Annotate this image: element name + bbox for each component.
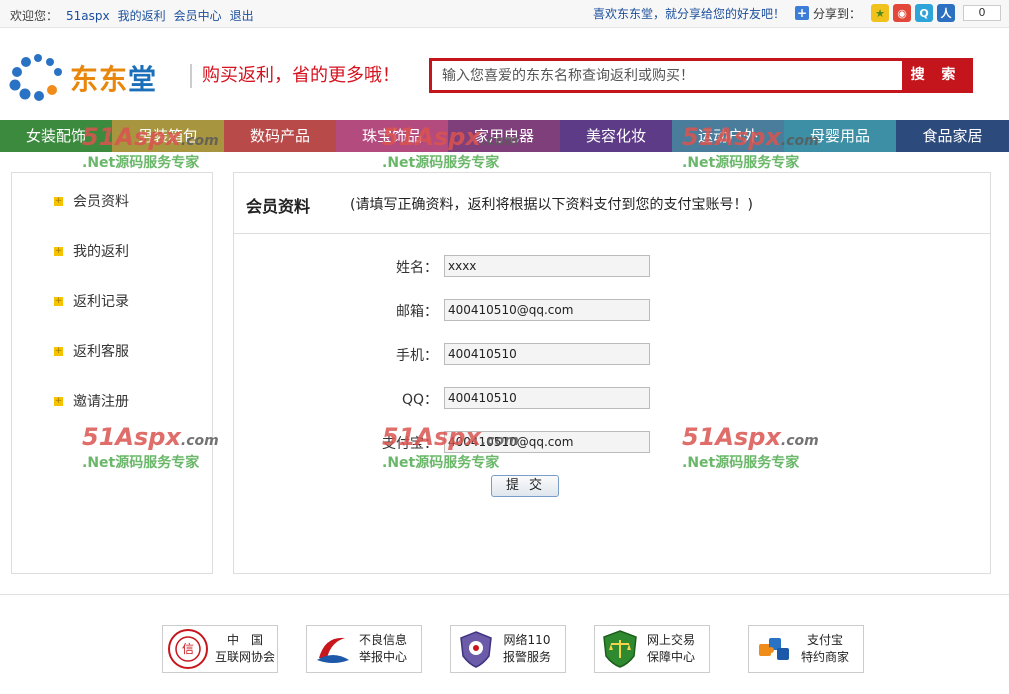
site-logo[interactable]: 东东堂 [8, 50, 188, 102]
internet-society-seal-icon: 信 [168, 629, 208, 669]
logo-dots-icon [9, 54, 62, 101]
panel-note: (请填写正确资料，返利将根据以下资料支付到您的支付宝账号！) [350, 197, 753, 213]
badge-text: 网络110 报警服务 [503, 633, 552, 664]
bullet-icon [54, 243, 63, 259]
share-count: 0 [963, 5, 1001, 21]
name-label: 姓名： [396, 260, 438, 276]
name-row: 姓名： [234, 255, 990, 279]
nav-item-appliances[interactable]: 家用电器 [448, 120, 560, 152]
alipay-row: 支付宝： [234, 431, 990, 455]
nav-item-digital[interactable]: 数码产品 [224, 120, 336, 152]
bullet-icon [54, 293, 63, 309]
svg-text:信: 信 [182, 642, 194, 656]
panel-header: 会员资料 (请填写正确资料，返利将根据以下资料支付到您的支付宝账号！) [234, 173, 990, 234]
qq-label: QQ： [401, 392, 438, 408]
sidebar-item-my-rebate[interactable]: 我的返利 [54, 241, 129, 261]
slogan: 购买返利，省的更多哦！ [190, 64, 400, 88]
badge-internet-society[interactable]: 信 中 国互联网协会 [162, 625, 278, 673]
badge-text: 中 国互联网协会 [215, 633, 276, 664]
email-input[interactable] [444, 299, 650, 321]
name-input[interactable] [444, 255, 650, 277]
footer-divider [0, 594, 1009, 595]
phone-label: 手机： [396, 348, 438, 364]
badge-text: 支付宝 特约商家 [801, 633, 850, 664]
badge-text: 不良信息 举报中心 [359, 633, 408, 664]
badge-report-center[interactable]: 不良信息 举报中心 [306, 625, 422, 673]
badge-police-110[interactable]: 网络110 报警服务 [450, 625, 566, 673]
renren-icon[interactable]: 人 [937, 4, 955, 22]
sidebar-item-profile[interactable]: 会员资料 [54, 191, 129, 211]
user-links: 欢迎您： 51aspx 我的返利 会员中心 退出 [10, 7, 254, 24]
qzone-icon[interactable]: ★ [871, 4, 889, 22]
profile-panel: 会员资料 (请填写正确资料，返利将根据以下资料支付到您的支付宝账号！) 姓名： … [233, 172, 991, 574]
bullet-icon [54, 393, 63, 409]
qq-input[interactable] [444, 387, 650, 409]
search-button[interactable]: 搜 索 [902, 61, 970, 90]
share-plus-icon[interactable]: + [794, 6, 809, 20]
recommend-text[interactable]: 喜欢东东堂，就分享给您的好友吧！ [593, 5, 785, 22]
bullet-icon [54, 343, 63, 359]
panel-title: 会员资料 [246, 197, 311, 216]
qq-weibo-icon[interactable]: Q [915, 4, 933, 22]
share-label: 分享到： [812, 6, 861, 21]
phone-input[interactable] [444, 343, 650, 365]
nav-item-food[interactable]: 食品家居 [896, 120, 1009, 152]
nav-item-women[interactable]: 女装配饰 [0, 120, 112, 152]
alipay-input[interactable] [444, 431, 650, 453]
nav-item-jewelry[interactable]: 珠宝饰品 [336, 120, 448, 152]
sidebar-item-rebate-records[interactable]: 返利记录 [54, 291, 129, 311]
search-input[interactable] [432, 61, 904, 90]
share-area: 喜欢东东堂，就分享给您的好友吧！ + 分享到： ★ ◉ Q 人 0 [593, 4, 1001, 22]
logout-link[interactable]: 退出 [230, 9, 254, 23]
badge-trade-guarantee[interactable]: 网上交易 保障中心 [594, 625, 710, 673]
badge-alipay[interactable]: 支付宝 特约商家 [748, 625, 864, 673]
my-rebate-link[interactable]: 我的返利 [118, 9, 166, 23]
sidebar-item-invite[interactable]: 邀请注册 [54, 391, 129, 411]
qq-row: QQ： [234, 387, 990, 411]
username-link[interactable]: 51aspx [66, 9, 110, 23]
nav-item-baby[interactable]: 母婴用品 [784, 120, 896, 152]
submit-button[interactable]: 提交 [491, 475, 559, 497]
greeting-text: 欢迎您： [10, 9, 59, 23]
bullet-icon [54, 193, 63, 209]
email-label: 邮箱： [396, 304, 438, 320]
member-center-link[interactable]: 会员中心 [174, 9, 222, 23]
search-box: 搜 索 [429, 58, 973, 93]
alipay-puzzle-icon [759, 638, 789, 660]
nav-item-beauty[interactable]: 美容化妆 [560, 120, 672, 152]
badge-text: 网上交易 保障中心 [647, 633, 696, 664]
category-nav: 女装配饰 男装箱包 数码产品 珠宝饰品 家用电器 美容化妆 运动户外 母婴用品 … [0, 120, 1009, 152]
report-center-icon [317, 637, 349, 663]
phone-row: 手机： [234, 343, 990, 367]
alipay-label: 支付宝： [382, 436, 438, 452]
sidebar-item-service[interactable]: 返利客服 [54, 341, 129, 361]
police-shield-icon [460, 631, 492, 668]
weibo-icon[interactable]: ◉ [893, 4, 911, 22]
top-bar: 欢迎您： 51aspx 我的返利 会员中心 退出 喜欢东东堂，就分享给您的好友吧！ + … [0, 0, 1009, 28]
email-row: 邮箱： [234, 299, 990, 323]
logo-text: 东东堂 [70, 63, 158, 96]
member-sidebar: 会员资料 我的返利 返利记录 返利客服 邀请注册 [11, 172, 213, 574]
trade-scale-icon [603, 630, 637, 668]
nav-item-men[interactable]: 男装箱包 [112, 120, 224, 152]
nav-item-sports[interactable]: 运动户外 [672, 120, 784, 152]
